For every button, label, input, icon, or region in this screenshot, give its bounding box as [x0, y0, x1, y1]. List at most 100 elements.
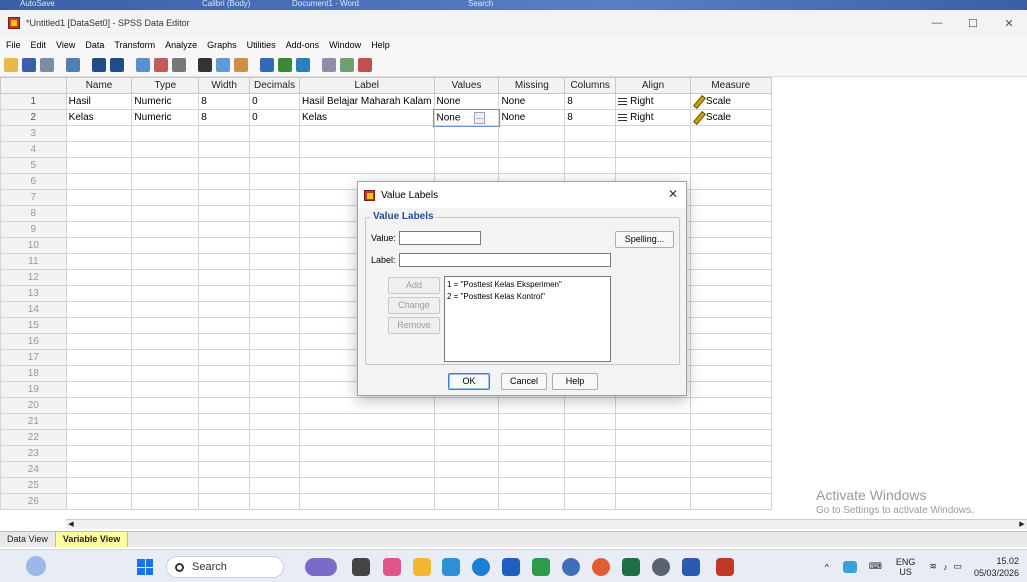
col-header-type[interactable]: Type — [131, 77, 200, 94]
empty-cell[interactable] — [689, 365, 772, 382]
empty-cell[interactable] — [689, 317, 772, 334]
empty-cell[interactable] — [249, 189, 300, 206]
empty-cell[interactable] — [433, 493, 500, 510]
empty-cell[interactable] — [131, 381, 200, 398]
cell-align[interactable]: Right — [615, 109, 691, 126]
empty-cell[interactable] — [433, 397, 500, 414]
find-icon[interactable] — [198, 57, 212, 72]
empty-cell[interactable] — [131, 429, 200, 446]
empty-cell[interactable] — [498, 125, 566, 142]
split-file-icon[interactable] — [260, 57, 274, 72]
row-number[interactable]: 22 — [0, 429, 67, 446]
empty-cell[interactable] — [65, 141, 133, 158]
task-view-icon[interactable] — [352, 558, 370, 576]
minimize-button[interactable]: — — [919, 10, 955, 36]
empty-cell[interactable] — [689, 221, 772, 238]
empty-cell[interactable] — [564, 445, 617, 462]
row-number[interactable]: 11 — [0, 253, 67, 270]
menu-help[interactable]: Help — [371, 40, 390, 50]
teams-icon[interactable] — [442, 558, 460, 576]
empty-cell[interactable] — [498, 157, 566, 174]
empty-cell[interactable] — [249, 349, 300, 366]
menu-addons[interactable]: Add-ons — [286, 40, 320, 50]
row-number[interactable]: 7 — [0, 189, 67, 206]
empty-cell[interactable] — [65, 173, 133, 190]
empty-cell[interactable] — [65, 333, 133, 350]
empty-cell[interactable] — [249, 429, 300, 446]
redo-icon[interactable] — [110, 57, 124, 72]
empty-cell[interactable] — [249, 461, 300, 478]
language-indicator[interactable]: ENG US — [896, 557, 916, 577]
empty-cell[interactable] — [198, 445, 251, 462]
empty-cell[interactable] — [249, 413, 300, 430]
cell-decimals[interactable]: 0 — [249, 93, 300, 110]
menu-window[interactable]: Window — [329, 40, 361, 50]
add-button[interactable]: Add — [388, 277, 440, 294]
remove-button[interactable]: Remove — [388, 317, 440, 334]
close-icon[interactable]: ✕ — [668, 187, 678, 201]
empty-cell[interactable] — [564, 413, 617, 430]
menu-view[interactable]: View — [56, 40, 75, 50]
cell-type[interactable]: Numeric — [131, 109, 200, 126]
empty-cell[interactable] — [564, 397, 617, 414]
scroll-left-icon[interactable]: ◀ — [66, 520, 76, 529]
close-button[interactable]: ✕ — [991, 10, 1027, 36]
empty-cell[interactable] — [65, 461, 133, 478]
menu-file[interactable]: File — [6, 40, 21, 50]
empty-cell[interactable] — [615, 397, 691, 414]
variables-icon[interactable] — [172, 57, 186, 72]
value-input[interactable] — [399, 231, 481, 245]
select-cases-icon[interactable] — [296, 57, 310, 72]
empty-cell[interactable] — [689, 445, 772, 462]
cell-values-selected[interactable]: None… — [433, 108, 500, 127]
col-header-missing[interactable]: Missing — [498, 77, 566, 94]
gear-icon[interactable] — [652, 558, 670, 576]
cell-decimals[interactable]: 0 — [249, 109, 300, 126]
empty-cell[interactable] — [65, 157, 133, 174]
menu-data[interactable]: Data — [85, 40, 104, 50]
empty-cell[interactable] — [198, 365, 251, 382]
clock[interactable]: 15.02 05/03/2026 — [974, 555, 1019, 579]
empty-cell[interactable] — [198, 461, 251, 478]
excel-icon[interactable] — [622, 558, 640, 576]
empty-cell[interactable] — [131, 333, 200, 350]
empty-cell[interactable] — [498, 493, 566, 510]
row-number[interactable]: 20 — [0, 397, 67, 414]
cell-columns[interactable]: 8 — [564, 109, 617, 126]
undo-icon[interactable] — [92, 57, 106, 72]
menu-utilities[interactable]: Utilities — [247, 40, 276, 50]
empty-cell[interactable] — [564, 477, 617, 494]
dialog-recall-icon[interactable] — [66, 57, 80, 72]
settings-circle-icon[interactable] — [562, 558, 580, 576]
row-number[interactable]: 18 — [0, 365, 67, 382]
empty-cell[interactable] — [249, 141, 300, 158]
insert-variable-icon[interactable] — [234, 57, 248, 72]
empty-cell[interactable] — [498, 429, 566, 446]
empty-cell[interactable] — [65, 493, 133, 510]
empty-cell[interactable] — [249, 365, 300, 382]
file-explorer-icon[interactable] — [413, 558, 431, 576]
empty-cell[interactable] — [131, 237, 200, 254]
empty-cell[interactable] — [249, 317, 300, 334]
start-icon[interactable] — [137, 559, 153, 575]
horizontal-scrollbar[interactable]: ◀ ▶ — [66, 519, 1027, 529]
empty-cell[interactable] — [198, 477, 251, 494]
empty-cell[interactable] — [433, 429, 500, 446]
empty-cell[interactable] — [615, 157, 691, 174]
col-header-align[interactable]: Align — [615, 77, 691, 94]
row-number[interactable]: 2 — [0, 109, 67, 126]
empty-cell[interactable] — [198, 333, 251, 350]
empty-cell[interactable] — [65, 253, 133, 270]
menu-analyze[interactable]: Analyze — [165, 40, 197, 50]
empty-cell[interactable] — [131, 365, 200, 382]
cancel-button[interactable]: Cancel — [501, 373, 547, 390]
empty-cell[interactable] — [433, 141, 500, 158]
empty-cell[interactable] — [498, 445, 566, 462]
cell-name[interactable]: Kelas — [65, 109, 133, 126]
label-input[interactable] — [399, 253, 611, 267]
empty-cell[interactable] — [689, 493, 772, 510]
chrome-icon[interactable] — [592, 558, 610, 576]
empty-cell[interactable] — [131, 189, 200, 206]
cell-values[interactable]: None — [433, 93, 500, 110]
empty-cell[interactable] — [249, 253, 300, 270]
